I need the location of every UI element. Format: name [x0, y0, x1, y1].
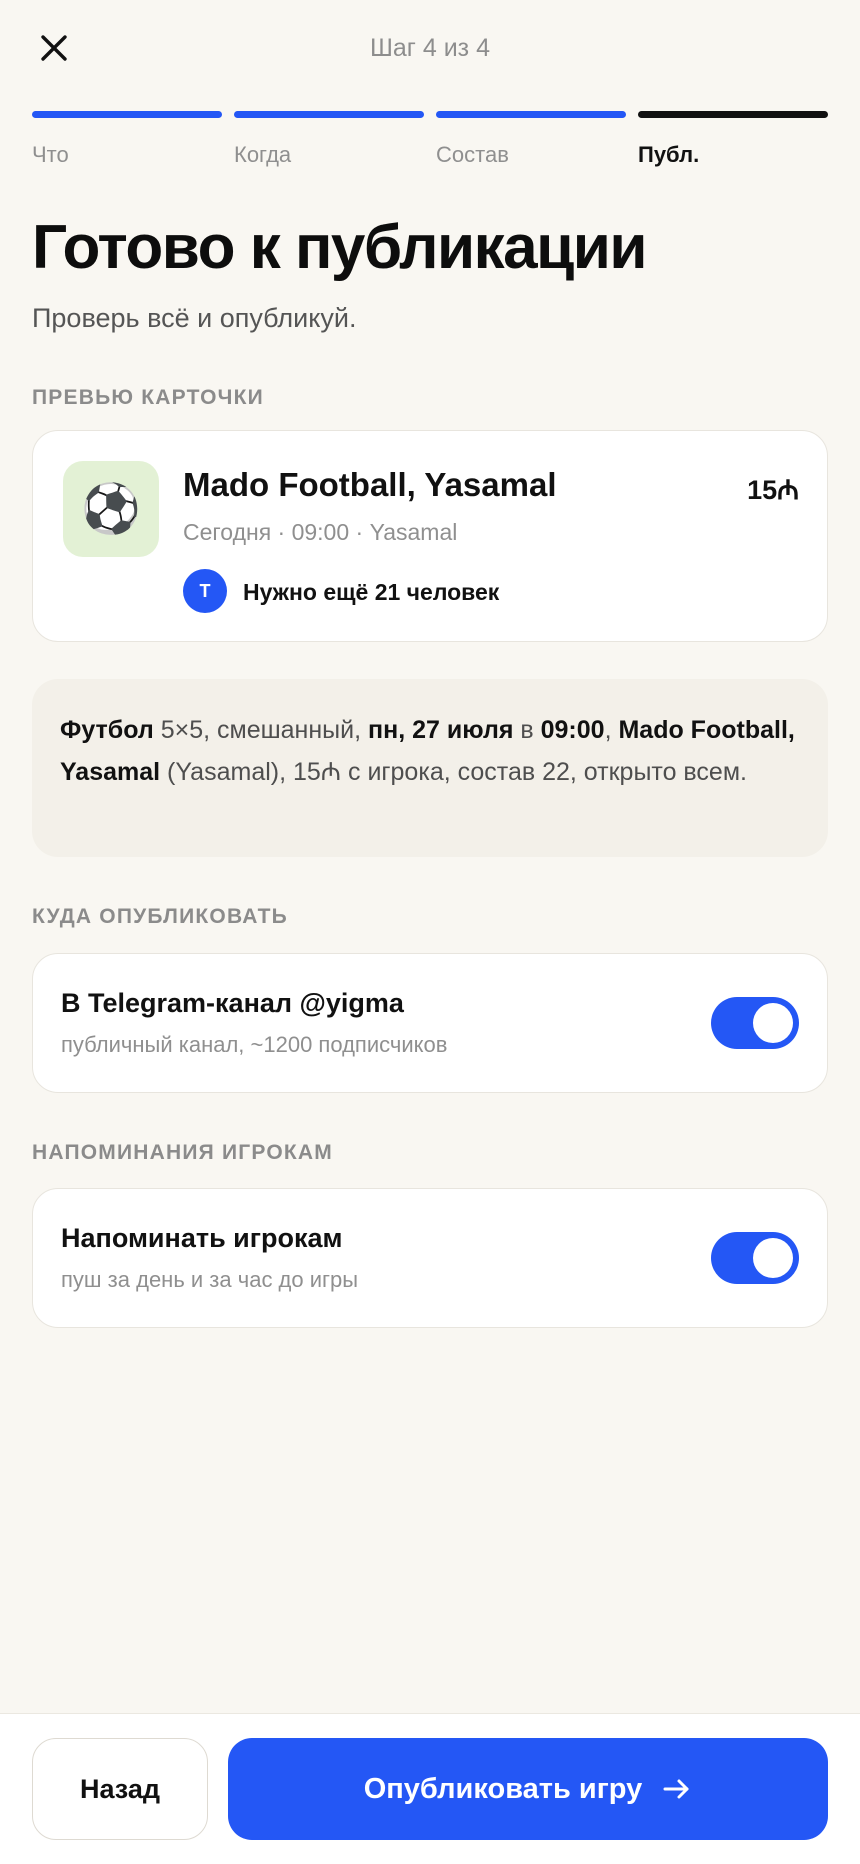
avatar: T: [183, 569, 227, 613]
page-title: Готово к публикации: [32, 213, 648, 282]
publish-game-button[interactable]: Опубликовать игру: [228, 1738, 828, 1840]
step-indicator: Шаг 4 из 4: [369, 34, 490, 62]
reminders-title: Напоминать игрокам: [61, 1223, 343, 1253]
preview-section-label: ПРЕВЬЮ КАРТОЧКИ: [32, 386, 264, 409]
back-button-label: Назад: [79, 1773, 161, 1804]
summary-at: в: [513, 716, 541, 744]
step-when[interactable]: Когда: [234, 111, 424, 168]
reminders-card: Напоминать игрокам пуш за день и за час …: [32, 1188, 828, 1328]
summary-details: (Yasamal), 15₼ с игрока, состав 22, откр…: [160, 758, 747, 786]
telegram-channel-card: В Telegram-канал @yigma публичный канал,…: [32, 953, 828, 1093]
step-label: Когда: [234, 142, 292, 167]
soccer-ball-icon: ⚽: [81, 481, 141, 537]
step-label: Что: [32, 142, 69, 167]
back-button[interactable]: Назад: [32, 1738, 208, 1840]
toggle-knob: [753, 1003, 793, 1043]
step-publish[interactable]: Публ.: [638, 111, 828, 168]
telegram-publish-toggle[interactable]: [711, 997, 799, 1049]
reminders-description: пуш за день и за час до игры: [61, 1267, 359, 1292]
step-bar: [436, 111, 626, 118]
reminders-section-label: НАПОМИНАНИЯ ИГРОКАМ: [32, 1141, 333, 1164]
summary-time: 09:00: [540, 716, 605, 744]
publish-section-label: КУДА ОПУБЛИКОВАТЬ: [32, 905, 288, 928]
bottom-action-bar: Назад Опубликовать игру: [0, 1713, 860, 1864]
game-meta: Сегодня · 09:00 · Yasamal: [183, 519, 458, 545]
page-subtitle: Проверь всё и опубликуй.: [32, 303, 357, 333]
game-thumbnail: ⚽: [63, 461, 159, 557]
game-summary: Футбол 5×5, смешанный, пн, 27 июля в 09:…: [32, 679, 828, 857]
step-label: Состав: [436, 142, 509, 167]
publish-screen: Шаг 4 из 4 Что Когда Состав Публ. Готово…: [0, 0, 860, 1864]
game-preview-card[interactable]: ⚽ Mado Football, Yasamal 15₼ Сегодня · 0…: [32, 430, 828, 642]
step-roster[interactable]: Состав: [436, 111, 626, 168]
progress-steps: Что Когда Состав Публ.: [32, 111, 828, 168]
summary-separator: ,: [604, 716, 619, 744]
step-bar: [234, 111, 424, 118]
game-name: Mado Football, Yasamal: [183, 466, 557, 503]
step-bar: [32, 111, 222, 118]
summary-sport: Футбол: [60, 716, 154, 744]
arrow-right-icon: [663, 1779, 689, 1799]
players-needed: Нужно ещё 21 человек: [243, 579, 500, 605]
step-bar: [638, 111, 828, 118]
step-what[interactable]: Что: [32, 111, 222, 168]
game-price: 15₼: [747, 475, 799, 505]
toggle-knob: [753, 1238, 793, 1278]
summary-format: 5×5, смешанный,: [153, 716, 368, 744]
summary-date: пн, 27 июля: [368, 716, 514, 744]
reminders-toggle[interactable]: [711, 1232, 799, 1284]
telegram-channel-description: публичный канал, ~1200 подписчиков: [61, 1032, 448, 1057]
telegram-channel-title: В Telegram-канал @yigma: [61, 988, 404, 1018]
publish-button-label: Опубликовать игру: [363, 1772, 643, 1805]
step-label: Публ.: [638, 142, 700, 167]
